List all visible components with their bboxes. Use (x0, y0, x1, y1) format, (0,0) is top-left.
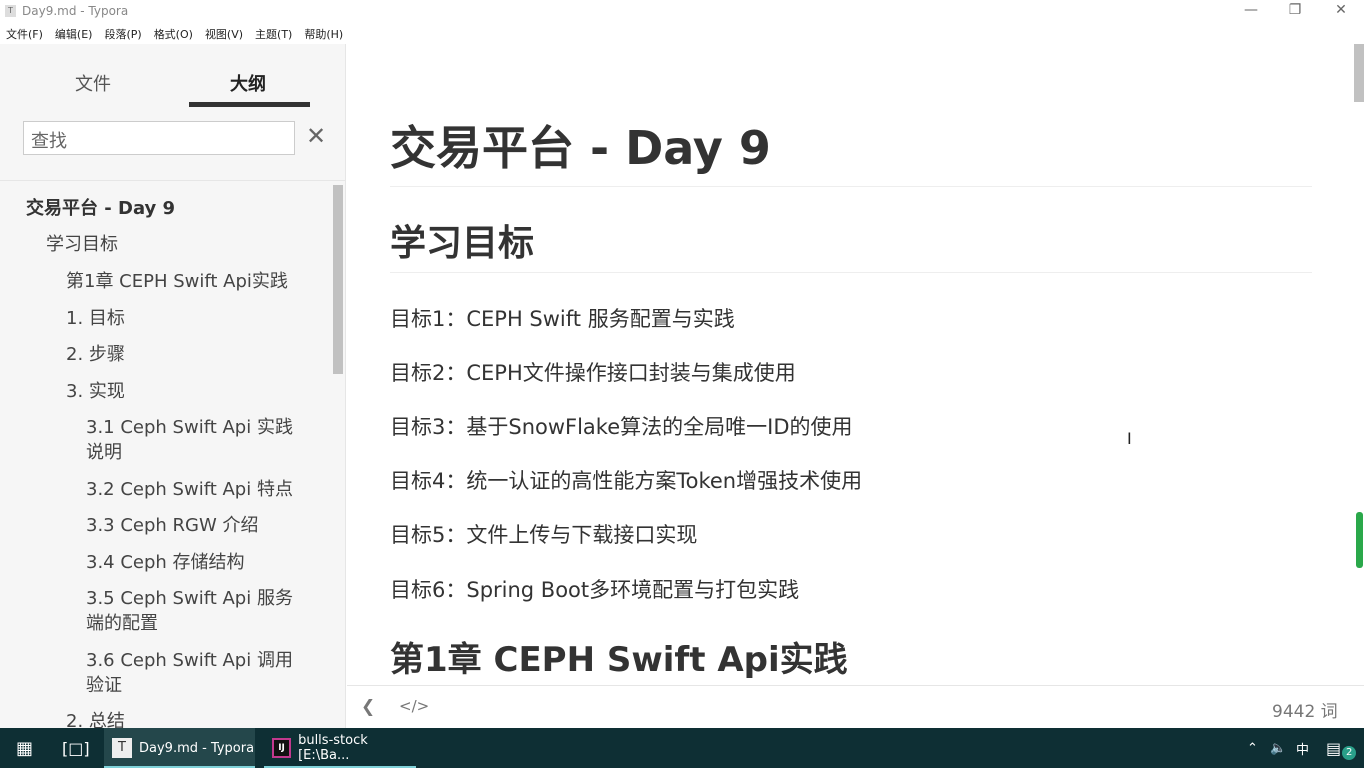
menu-theme[interactable]: 主题(T) (255, 26, 292, 42)
active-tab-indicator (189, 102, 310, 107)
outline-item[interactable]: 3.5 Ceph Swift Api 服务端的配置 (86, 586, 301, 636)
taskbar-item-typora[interactable]: T Day9.md - Typora (104, 728, 255, 768)
word-count[interactable]: 9442 词 (1272, 697, 1338, 722)
goal-paragraph: 目标4：统一认证的高性能方案Token增强技术使用 (390, 469, 863, 493)
divider (0, 180, 346, 181)
divider (390, 272, 1312, 273)
window-title: Day9.md - Typora (22, 4, 129, 18)
title-bar: T Day9.md - Typora — ❐ ✕ (0, 0, 1364, 24)
taskbar: ▦ [□] T Day9.md - Typora IJ bulls-stock … (0, 728, 1364, 768)
text-cursor-icon: I (1127, 429, 1132, 448)
menu-format[interactable]: 格式(O) (154, 26, 193, 42)
volume-icon[interactable]: 🔈 (1270, 728, 1286, 768)
menu-file[interactable]: 文件(F) (6, 26, 43, 42)
outline-item[interactable]: 3. 实现 (66, 379, 125, 404)
taskbar-item-label: Day9.md - Typora (139, 740, 255, 756)
outline-search-input[interactable]: 查找 (23, 121, 295, 155)
goal-paragraph: 目标3：基于SnowFlake算法的全局唯一ID的使用 (390, 415, 853, 439)
outline-item[interactable]: 3.2 Ceph Swift Api 特点 (86, 477, 293, 502)
goal-paragraph: 目标6：Spring Boot多环境配置与打包实践 (390, 578, 800, 602)
goal-paragraph: 目标5：文件上传与下载接口实现 (390, 523, 698, 547)
minimize-button[interactable]: — (1236, 2, 1266, 18)
show-hidden-icons-chevron-up-icon[interactable]: ⌃ (1247, 728, 1258, 768)
typora-app-icon: T (5, 5, 16, 17)
sidebar: 文件 大纲 查找 ✕ 交易平台 - Day 9 学习目标 第1章 CEPH Sw… (0, 44, 346, 732)
outline-item[interactable]: 3.4 Ceph 存储结构 (86, 550, 245, 575)
ime-indicator[interactable]: 中 (1296, 728, 1309, 768)
typora-icon: T (112, 738, 132, 758)
outline-item[interactable]: 1. 目标 (66, 306, 125, 331)
heading-chapter1: 第1章 CEPH Swift Api实践 (390, 640, 848, 680)
outline-item[interactable]: 3.3 Ceph RGW 介绍 (86, 513, 259, 538)
taskbar-item-label: bulls-stock [E:\Ba... (298, 733, 368, 763)
menu-help[interactable]: 帮助(H) (304, 26, 343, 42)
outline-item[interactable]: 3.6 Ceph Swift Api 调用验证 (86, 648, 301, 698)
restore-button[interactable]: ❐ (1280, 2, 1310, 18)
tab-outline[interactable]: 大纲 (230, 70, 266, 96)
toggle-sidebar-chevron-left-icon[interactable]: ❮ (361, 697, 375, 717)
heading-goals: 学习目标 (390, 223, 535, 264)
menu-edit[interactable]: 编辑(E) (55, 26, 93, 42)
goal-paragraph: 目标2：CEPH文件操作接口封装与集成使用 (390, 361, 796, 385)
source-code-mode-icon[interactable]: </> (399, 697, 429, 715)
menu-bar: 文件(F) 编辑(E) 段落(P) 格式(O) 视图(V) 主题(T) 帮助(H… (0, 24, 343, 44)
menu-paragraph[interactable]: 段落(P) (104, 26, 141, 42)
tab-files[interactable]: 文件 (75, 70, 111, 96)
status-bar: ❮ </> 9442 词 (347, 685, 1364, 728)
outline-item[interactable]: 2. 步骤 (66, 342, 125, 367)
goal-paragraph: 目标1：CEPH Swift 服务配置与实践 (390, 307, 735, 331)
task-view-icon[interactable]: [□] (62, 728, 90, 768)
windows-start-icon[interactable]: ▦ (16, 728, 33, 768)
divider (390, 186, 1312, 187)
taskbar-item-intellij[interactable]: IJ bulls-stock [E:\Ba... (264, 728, 416, 768)
editor[interactable]: 交易平台 - Day 9 学习目标 目标1：CEPH Swift 服务配置与实践… (347, 44, 1364, 684)
editor-scrollbar[interactable] (1354, 44, 1364, 102)
notification-count-badge: 2 (1342, 746, 1357, 760)
menu-view[interactable]: 视图(V) (205, 26, 243, 42)
scroll-position-marker (1356, 512, 1363, 568)
close-window-button[interactable]: ✕ (1326, 2, 1356, 18)
outline-item[interactable]: 3.1 Ceph Swift Api 实践说明 (86, 415, 301, 465)
outline-item[interactable]: 学习目标 (46, 232, 118, 257)
close-icon[interactable]: ✕ (306, 122, 326, 150)
sidebar-scrollbar[interactable] (333, 185, 343, 374)
outline-item[interactable]: 交易平台 - Day 9 (26, 196, 175, 221)
document-title: 交易平台 - Day 9 (390, 121, 771, 175)
action-center-icon[interactable]: ▤ 2 (1326, 728, 1357, 768)
intellij-icon: IJ (272, 738, 292, 758)
outline-item[interactable]: 第1章 CEPH Swift Api实践 (66, 269, 288, 294)
